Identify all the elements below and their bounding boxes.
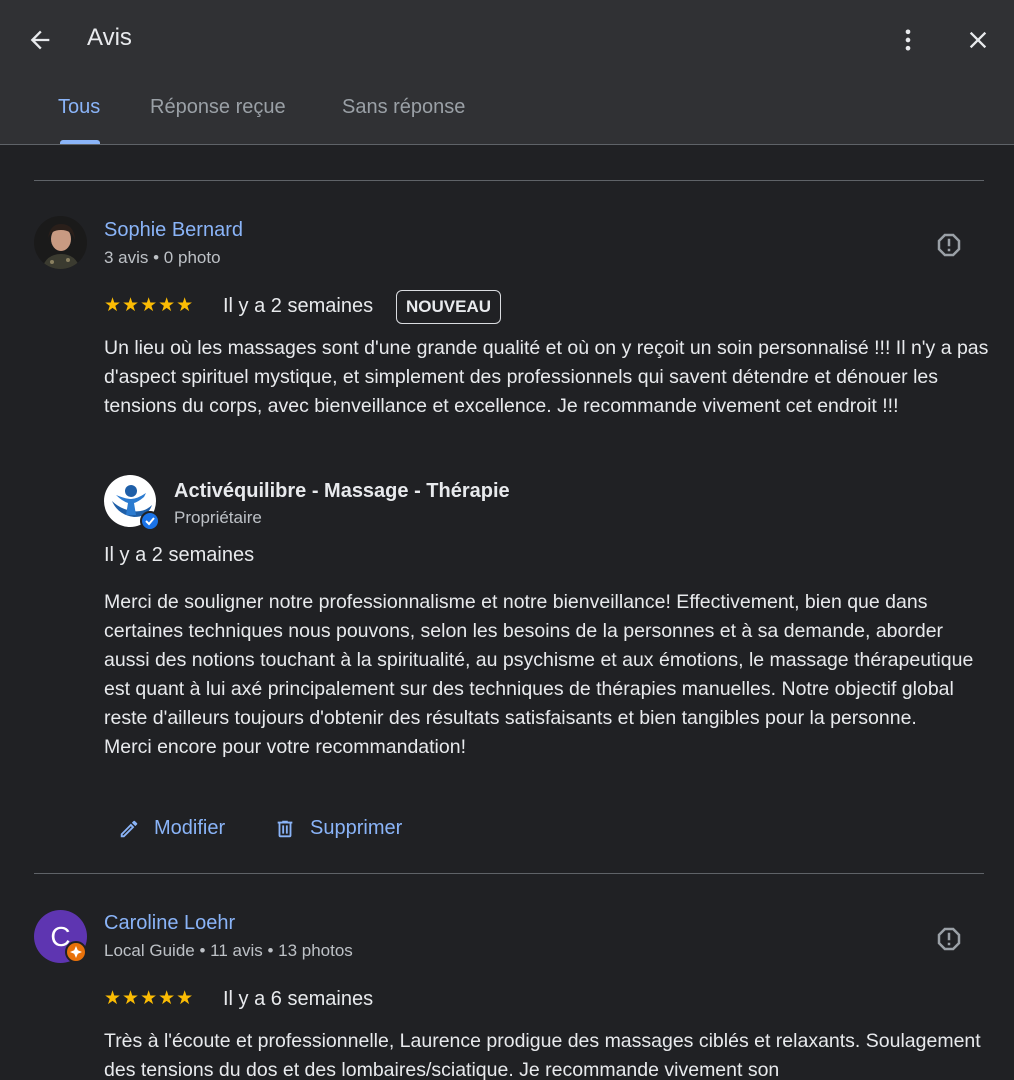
review-date: Il y a 2 semaines: [223, 295, 374, 317]
tab-sans-reponse[interactable]: Sans réponse: [342, 96, 465, 119]
owner-role: Propriétaire: [174, 508, 262, 527]
reply-text: Merci de souligner notre professionnalis…: [104, 591, 974, 758]
active-tab-indicator: [60, 140, 100, 144]
new-badge: NOUVEAU: [396, 290, 502, 324]
report-icon: [937, 233, 961, 257]
review-date: Il y a 6 semaines: [223, 988, 374, 1010]
reviewer-meta: Local Guide • 11 avis • 13 photos: [104, 941, 353, 960]
edit-reply-button[interactable]: Modifier: [118, 817, 225, 840]
reviewer-name[interactable]: Sophie Bernard: [104, 219, 243, 242]
local-guide-badge-icon: [65, 941, 87, 963]
more-vert-icon: [905, 29, 911, 51]
reply-date: Il y a 2 semaines: [104, 544, 255, 566]
owner-logo: [104, 475, 160, 531]
report-review-button[interactable]: [932, 228, 966, 262]
reviewer-meta: 3 avis • 0 photo: [104, 248, 221, 267]
star-rating: ★★★★★: [104, 988, 195, 1009]
report-review-button[interactable]: [932, 922, 966, 956]
app-header: Avis Tous Réponse reçue Sans réponse: [0, 0, 1014, 145]
star-rating: ★★★★★: [104, 295, 195, 316]
owner-name: Activéquilibre - Massage - Thérapie: [174, 480, 510, 502]
pencil-icon: [120, 820, 138, 837]
close-icon: [969, 31, 987, 49]
delete-label: Supprimer: [310, 817, 403, 839]
reviewer-name[interactable]: Caroline Loehr: [104, 912, 235, 935]
avatar[interactable]: [34, 216, 87, 269]
trash-icon: [277, 820, 293, 837]
reviews-list[interactable]: Sophie Bernard 3 avis • 0 photo ★★★★★ Il…: [0, 145, 1014, 1080]
back-button[interactable]: [22, 22, 58, 58]
tab-reponse-recue[interactable]: Réponse reçue: [150, 96, 286, 119]
close-button[interactable]: [960, 22, 996, 58]
edit-label: Modifier: [154, 817, 226, 839]
page-title: Avis: [87, 24, 132, 51]
more-options-button[interactable]: [890, 22, 926, 58]
divider: [34, 180, 984, 181]
review-text: Un lieu où les massages sont d'une grand…: [104, 337, 989, 417]
avatar[interactable]: C: [34, 910, 87, 963]
avatar-photo: [34, 216, 87, 269]
delete-reply-button[interactable]: Supprimer: [274, 817, 402, 840]
arrow-back-icon: [30, 30, 50, 50]
report-icon: [937, 927, 961, 951]
tab-tous[interactable]: Tous: [58, 96, 100, 119]
divider: [34, 873, 984, 874]
review-text: Très à l'écoute et professionnelle, Laur…: [104, 1030, 981, 1080]
